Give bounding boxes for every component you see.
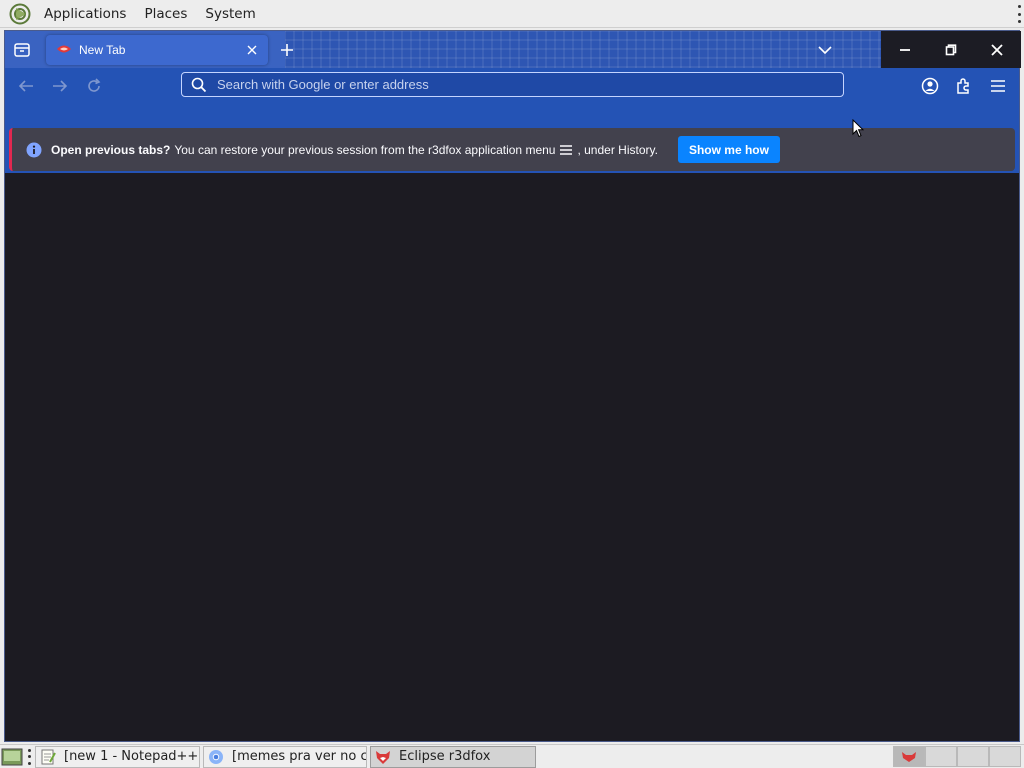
account-icon[interactable]	[919, 75, 941, 97]
taskbar-handle-icon[interactable]	[27, 748, 31, 765]
taskbar-item-chromium[interactable]: [memes pra ver no c...	[203, 745, 367, 768]
taskbar-item-label: Eclipse r3dfox	[399, 749, 491, 764]
extensions-puzzle-icon[interactable]	[953, 75, 975, 97]
workspace-1[interactable]	[893, 746, 925, 767]
r3dfox-icon	[376, 750, 390, 764]
page-content-area[interactable]	[5, 173, 1019, 740]
top-panel: Applications Places System	[0, 0, 1024, 28]
notification-message: You can restore your previous session fr…	[174, 142, 556, 157]
chromium-icon	[209, 749, 223, 764]
close-window-button[interactable]	[977, 35, 1017, 65]
taskbar-item-label: [memes pra ver no c...	[232, 749, 367, 764]
url-input[interactable]	[217, 73, 843, 96]
forward-button[interactable]	[49, 75, 71, 97]
navigation-toolbar	[5, 68, 1019, 103]
notepad-icon	[41, 749, 56, 764]
browser-window: New Tab Search with Google or enter addr…	[4, 30, 1021, 742]
mate-logo-icon[interactable]	[9, 3, 31, 25]
show-desktop-icon[interactable]	[1, 747, 23, 767]
taskbar-item-r3dfox[interactable]: Eclipse r3dfox	[370, 745, 536, 768]
info-icon	[26, 142, 42, 157]
notification-message-end: , under History.	[577, 142, 658, 157]
firefox-view-icon[interactable]	[13, 41, 31, 59]
tab-title: New Tab	[79, 43, 126, 57]
workspace-4[interactable]	[989, 746, 1021, 767]
r3dfox-icon	[902, 751, 916, 762]
minimize-button[interactable]	[885, 35, 925, 65]
menu-places[interactable]: Places	[135, 0, 196, 28]
panel-handle-icon[interactable]	[1016, 5, 1022, 23]
app-menu-icon	[560, 144, 573, 155]
session-restore-notification: Open previous tabs? You can restore your…	[9, 128, 1015, 171]
search-icon	[191, 77, 207, 92]
workspace-switcher[interactable]	[893, 746, 1021, 767]
taskbar-item-label: [new 1 - Notepad++...	[64, 749, 200, 764]
show-me-how-button[interactable]: Show me how	[677, 136, 780, 163]
hamburger-menu-icon[interactable]	[987, 75, 1009, 97]
r3dfox-favicon-icon	[57, 45, 71, 53]
menu-applications[interactable]: Applications	[35, 0, 135, 28]
tab-close-icon[interactable]	[244, 42, 260, 58]
back-button[interactable]	[15, 75, 37, 97]
workspace-3[interactable]	[957, 746, 989, 767]
reload-button[interactable]	[83, 75, 105, 97]
tab-new-tab[interactable]: New Tab	[46, 35, 268, 65]
restore-button[interactable]	[931, 35, 971, 65]
list-all-tabs-chevron-icon[interactable]	[815, 40, 835, 60]
taskbar: [new 1 - Notepad++... [memes pra ver no …	[0, 744, 1024, 768]
new-tab-button[interactable]	[277, 40, 297, 60]
workspace-2[interactable]	[925, 746, 957, 767]
mouse-cursor-icon	[852, 119, 864, 138]
notification-title: Open previous tabs?	[51, 142, 171, 157]
url-bar[interactable]	[181, 72, 844, 97]
tab-strip: New Tab	[5, 31, 1021, 68]
taskbar-item-notepad[interactable]: [new 1 - Notepad++...	[35, 745, 200, 768]
menu-system[interactable]: System	[196, 0, 264, 28]
